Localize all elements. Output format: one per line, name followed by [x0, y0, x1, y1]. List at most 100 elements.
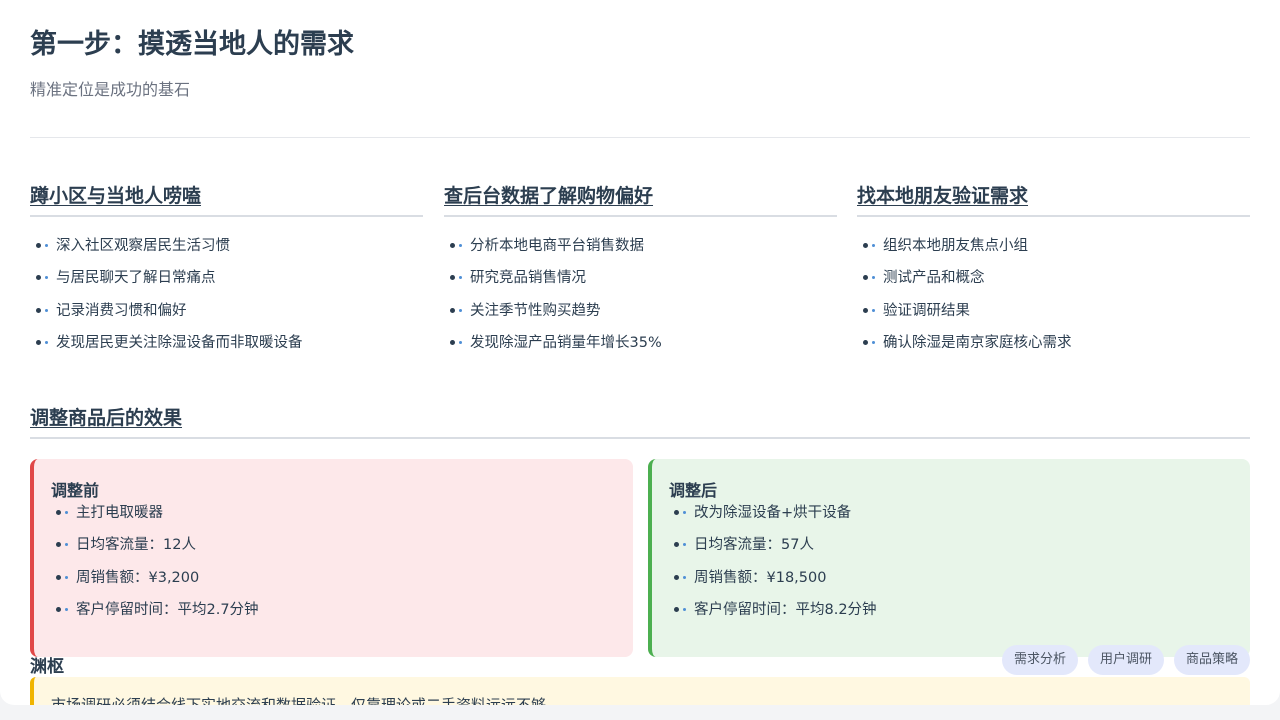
list-item: 客户停留时间：平均2.7分钟 [51, 600, 633, 632]
bullet-accent-icon [872, 308, 875, 312]
list-item-text: 验证调研结果 [883, 302, 970, 319]
bullet-icon [56, 542, 61, 548]
column-community: 蹲小区与当地人唠嗑 深入社区观察居民生活习惯 与居民聊天了解日常痛点 记录消费习… [30, 181, 423, 365]
list-item: 与居民聊天了解日常痛点 [30, 268, 423, 300]
tag-user-research[interactable]: 用户调研 [1087, 645, 1164, 675]
bullet-icon [450, 275, 455, 281]
bullet-icon [450, 243, 455, 248]
bullet-accent-icon [459, 244, 462, 247]
bullet-accent-icon [65, 543, 68, 547]
bullet-icon [36, 275, 41, 281]
list-item: 发现除湿产品销量年增长35% [444, 333, 837, 365]
bullet-accent-icon [459, 276, 462, 280]
list-item-text: 周销售额：¥3,200 [76, 569, 200, 586]
bullet-icon [863, 275, 868, 281]
before-card: 调整前 主打电取暖器 日均客流量：12人 周销售额：¥3,200 客户停留时间：… [30, 459, 633, 657]
bullet-list: 组织本地朋友焦点小组 测试产品和概念 验证调研结果 确认除湿是南京家庭核心需求 [857, 236, 1250, 365]
list-item-text: 与居民聊天了解日常痛点 [56, 270, 216, 287]
list-item-text: 日均客流量：12人 [76, 537, 196, 554]
bullet-accent-icon [45, 276, 48, 280]
list-item-text: 深入社区观察居民生活习惯 [56, 238, 230, 254]
note-callout: 市场调研必须结合线下实地交流和数据验证，仅靠理论或二手资料远远不够 [30, 677, 1250, 705]
bullet-icon [674, 606, 679, 612]
bullet-accent-icon [683, 575, 686, 579]
list-item-text: 测试产品和概念 [883, 270, 985, 287]
bullet-icon [450, 339, 455, 345]
list-item-text: 周销售额：¥18,500 [694, 569, 827, 586]
bullet-accent-icon [872, 340, 875, 344]
tag-demand-analysis[interactable]: 需求分析 [1001, 645, 1078, 675]
list-item-text: 客户停留时间：平均2.7分钟 [76, 601, 259, 618]
list-item: 记录消费习惯和偏好 [30, 301, 423, 333]
bullet-accent-icon [683, 543, 686, 547]
bullet-accent-icon [45, 244, 48, 247]
list-item: 确认除湿是南京家庭核心需求 [857, 333, 1250, 365]
list-item-text: 客户停留时间：平均8.2分钟 [694, 601, 877, 618]
list-item: 深入社区观察居民生活习惯 [30, 236, 423, 268]
list-item: 研究竞品销售情况 [444, 268, 837, 300]
list-item: 分析本地电商平台销售数据 [444, 236, 837, 268]
list-item-text: 改为除湿设备+烘干设备 [694, 505, 852, 521]
before-card-title: 调整前 [51, 481, 100, 500]
list-item-text: 记录消费习惯和偏好 [56, 302, 187, 319]
bullet-icon [56, 606, 61, 612]
section-heading: 找本地朋友验证需求 [857, 181, 1250, 217]
bullet-list: 深入社区观察居民生活习惯 与居民聊天了解日常痛点 记录消费习惯和偏好 发现居民更… [30, 236, 423, 365]
list-item: 日均客流量：12人 [51, 535, 633, 567]
list-item: 周销售额：¥18,500 [669, 568, 1250, 600]
page-subtitle: 精准定位是成功的基石 [30, 80, 191, 99]
bullet-icon [674, 542, 679, 548]
header-divider [30, 137, 1250, 138]
section-heading: 查后台数据了解购物偏好 [444, 181, 837, 217]
list-item: 验证调研结果 [857, 301, 1250, 333]
note-text: 市场调研必须结合线下实地交流和数据验证，仅靠理论或二手资料远远不够 [51, 696, 547, 705]
list-item-text: 关注季节性购买趋势 [470, 302, 601, 319]
bullet-icon [863, 307, 868, 313]
list-item-text: 发现居民更关注除湿设备而非取暖设备 [56, 334, 303, 351]
bullet-accent-icon [459, 340, 462, 344]
bullet-accent-icon [65, 575, 68, 579]
bullet-icon [674, 510, 679, 515]
bullet-list: 分析本地电商平台销售数据 研究竞品销售情况 关注季节性购买趋势 发现除湿产品销量… [444, 236, 837, 365]
list-item: 关注季节性购买趋势 [444, 301, 837, 333]
list-item: 日均客流量：57人 [669, 535, 1250, 567]
bullet-icon [36, 243, 41, 248]
bullet-accent-icon [872, 276, 875, 280]
list-item: 客户停留时间：平均8.2分钟 [669, 600, 1250, 632]
bullet-list: 改为除湿设备+烘干设备 日均客流量：57人 周销售额：¥18,500 客户停留时… [669, 503, 1250, 632]
bullet-accent-icon [683, 511, 686, 514]
tag-product-strategy[interactable]: 商品策略 [1173, 645, 1250, 675]
slide-page: 第一步：摸透当地人的需求 精准定位是成功的基石 蹲小区与当地人唠嗑 深入社区观察… [0, 0, 1280, 705]
list-item-text: 确认除湿是南京家庭核心需求 [883, 334, 1072, 351]
list-item: 组织本地朋友焦点小组 [857, 236, 1250, 268]
list-item-text: 日均客流量：57人 [694, 537, 814, 554]
list-item-text: 研究竞品销售情况 [470, 270, 586, 287]
section-heading: 蹲小区与当地人唠嗑 [30, 181, 423, 217]
bullet-icon [863, 243, 868, 248]
list-item-text: 组织本地朋友焦点小组 [883, 238, 1028, 254]
bullet-accent-icon [45, 308, 48, 312]
bullet-accent-icon [459, 308, 462, 312]
list-item: 周销售额：¥3,200 [51, 568, 633, 600]
list-item: 测试产品和概念 [857, 268, 1250, 300]
bullet-icon [674, 574, 679, 580]
tag-list: 需求分析 用户调研 商品策略 [1001, 645, 1250, 675]
list-item: 改为除湿设备+烘干设备 [669, 503, 1250, 535]
list-item: 主打电取暖器 [51, 503, 633, 535]
after-card-title: 调整后 [669, 481, 718, 500]
list-item: 发现居民更关注除湿设备而非取暖设备 [30, 333, 423, 365]
bullet-icon [36, 339, 41, 345]
bullet-accent-icon [45, 340, 48, 344]
page-title: 第一步：摸透当地人的需求 [30, 29, 354, 60]
bullet-accent-icon [872, 244, 875, 247]
list-item-text: 分析本地电商平台销售数据 [470, 238, 644, 254]
bullet-icon [56, 510, 61, 515]
bullet-accent-icon [65, 511, 68, 514]
author-name: 渊枢 [30, 657, 64, 677]
column-local-friends: 找本地朋友验证需求 组织本地朋友焦点小组 测试产品和概念 验证调研结果 确认除湿… [857, 181, 1250, 365]
list-item-text: 主打电取暖器 [76, 505, 163, 521]
bullet-icon [863, 339, 868, 345]
bullet-icon [36, 307, 41, 313]
effect-section-heading: 调整商品后的效果 [30, 403, 1250, 439]
after-card: 调整后 改为除湿设备+烘干设备 日均客流量：57人 周销售额：¥18,500 客… [648, 459, 1250, 657]
